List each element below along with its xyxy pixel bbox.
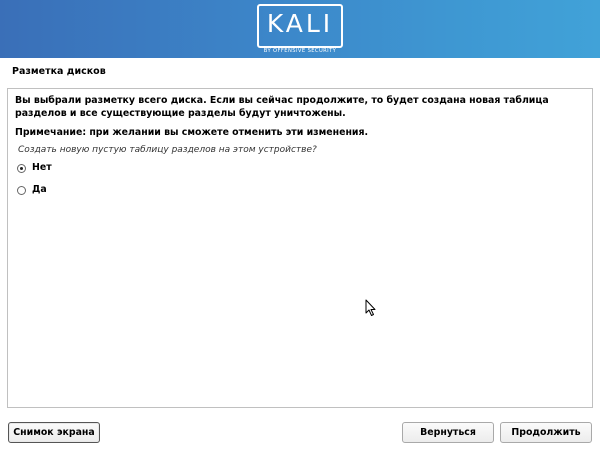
mouse-pointer-icon — [365, 299, 376, 316]
continue-button[interactable]: Продолжить — [500, 422, 592, 443]
radio-unselected-icon[interactable] — [17, 185, 26, 195]
question-text: Создать новую пустую таблицу разделов на… — [18, 145, 317, 155]
content-panel: Вы выбрали разметку всего диска. Если вы… — [7, 88, 593, 408]
screenshot-button[interactable]: Снимок экрана — [8, 422, 100, 443]
option-no[interactable]: Нет — [17, 161, 52, 175]
option-yes[interactable]: Да — [17, 183, 47, 197]
option-no-label: Нет — [32, 162, 52, 173]
back-button[interactable]: Вернуться — [402, 422, 494, 443]
logo-text: KALI — [266, 9, 334, 38]
kali-logo: KALI — [257, 4, 343, 48]
warning-text: Вы выбрали разметку всего диска. Если вы… — [15, 95, 549, 119]
page-title: Разметка дисков — [12, 66, 106, 77]
radio-selected-icon[interactable] — [17, 163, 26, 173]
note-text: Примечание: при желании вы сможете отмен… — [15, 127, 369, 138]
logo-subtitle: BY OFFENSIVE SECURITY — [263, 48, 337, 54]
option-yes-label: Да — [32, 184, 47, 195]
header-banner: KALI BY OFFENSIVE SECURITY — [0, 0, 600, 58]
